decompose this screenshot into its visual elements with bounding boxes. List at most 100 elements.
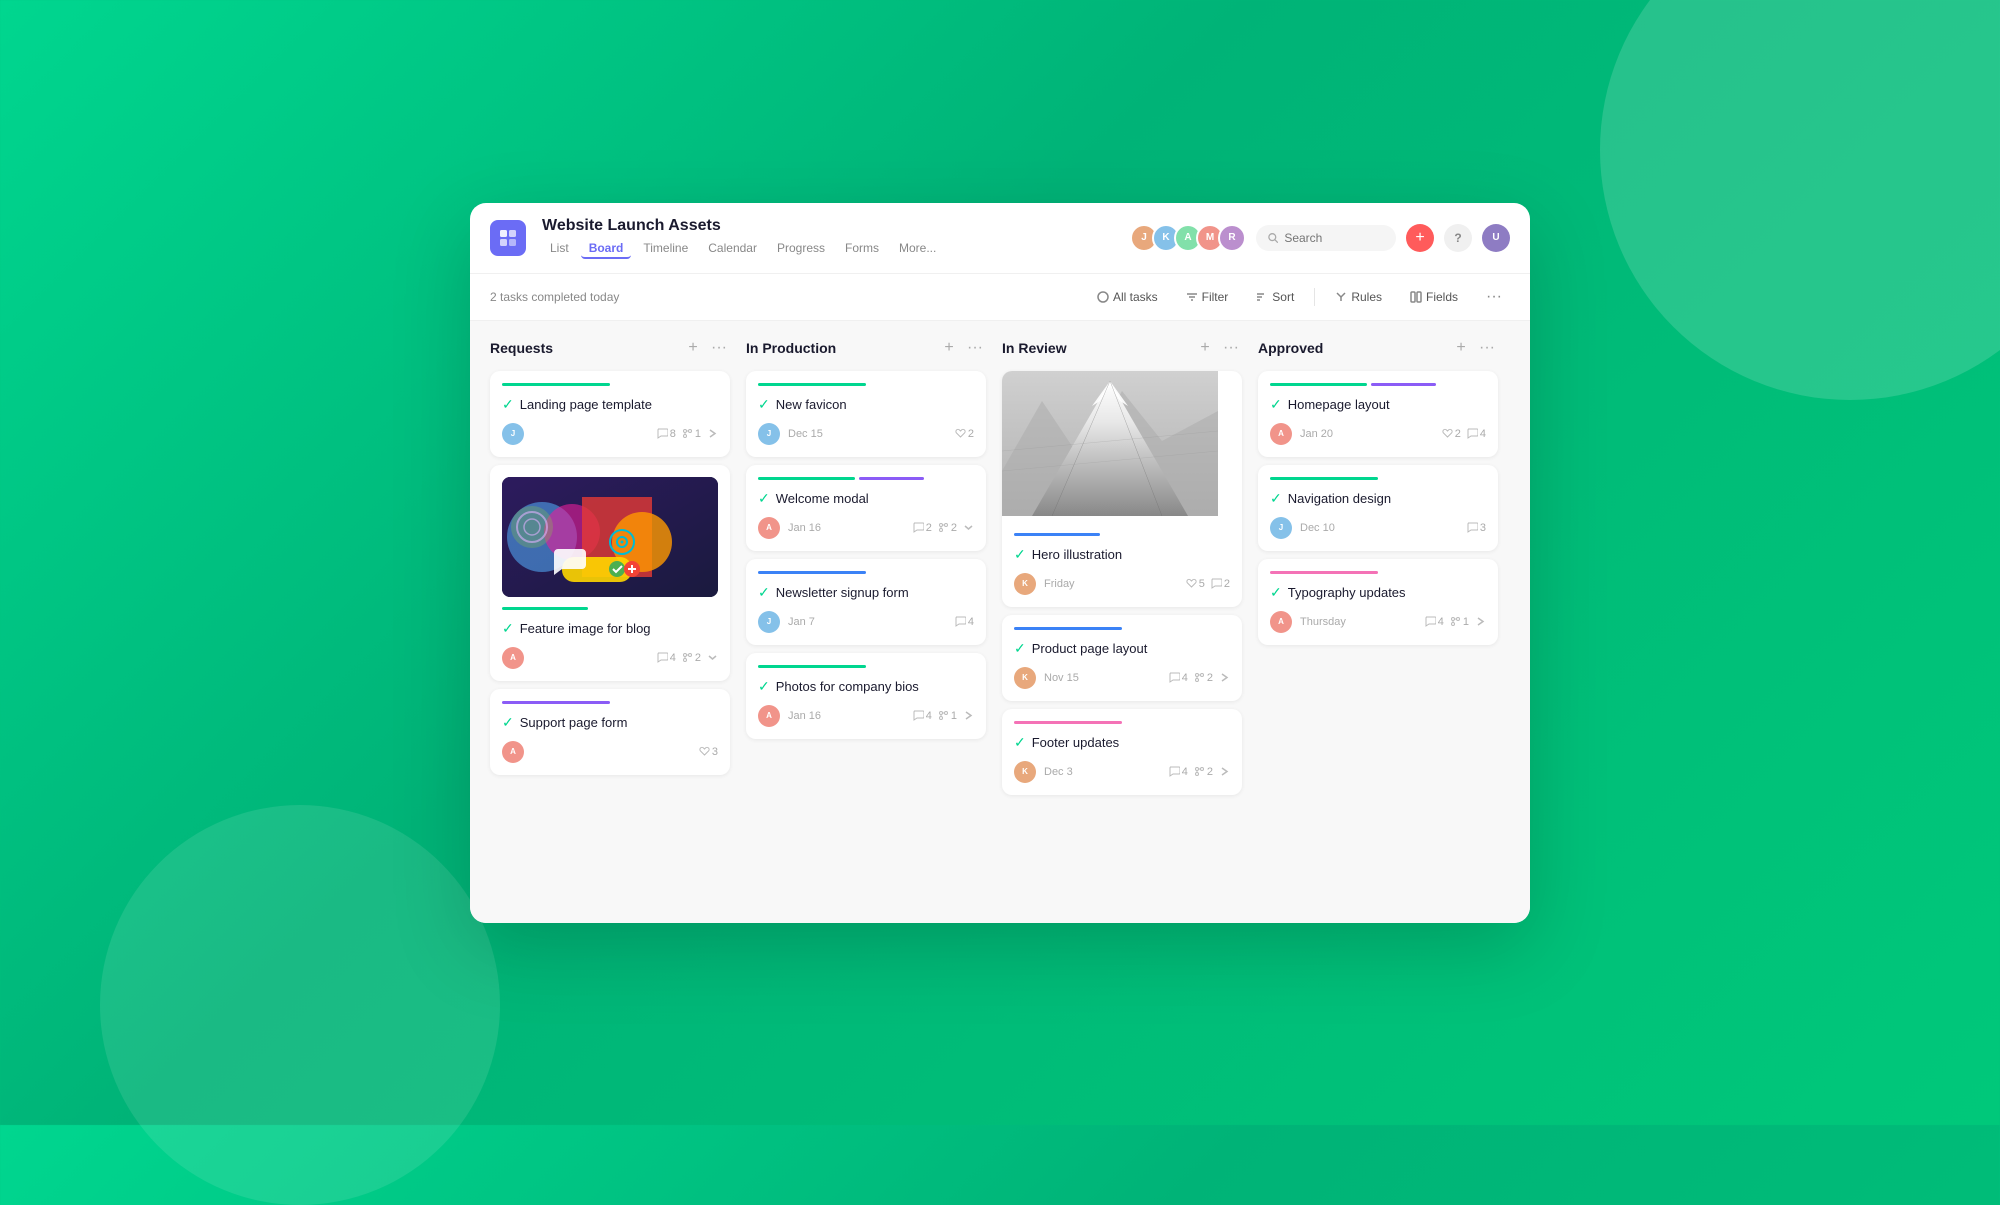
tab-list[interactable]: List — [542, 239, 577, 259]
card-typography-updates[interactable]: ✓ Typography updates A Thursday 4 1 — [1258, 559, 1498, 645]
check-icon: ✓ — [758, 584, 770, 601]
card-homepage-layout[interactable]: ✓ Homepage layout A Jan 20 2 4 — [1258, 371, 1498, 457]
check-icon: ✓ — [1270, 584, 1282, 601]
card-footer: A 4 2 — [502, 647, 718, 669]
column-header-production: In Production + ··· — [746, 337, 986, 359]
app-logo — [490, 220, 526, 256]
card-meta: Jan 16 — [788, 522, 905, 534]
chevron-icon — [963, 522, 974, 533]
like-icon — [1442, 428, 1453, 439]
column-menu-requests[interactable]: ··· — [708, 337, 730, 359]
card-newsletter[interactable]: ✓ Newsletter signup form J Jan 7 4 — [746, 559, 986, 645]
all-tasks-button[interactable]: All tasks — [1089, 286, 1166, 308]
tab-timeline[interactable]: Timeline — [635, 239, 696, 259]
comment-icon — [1467, 522, 1478, 533]
column-menu-approved[interactable]: ··· — [1476, 337, 1498, 359]
check-icon: ✓ — [758, 678, 770, 695]
toolbar: 2 tasks completed today All tasks Filter… — [470, 274, 1530, 321]
like-icon — [955, 428, 966, 439]
tab-forms[interactable]: Forms — [837, 239, 887, 259]
card-actions: 2 2 — [913, 522, 974, 534]
tab-more[interactable]: More... — [891, 239, 944, 259]
tab-calendar[interactable]: Calendar — [700, 239, 765, 259]
rules-button[interactable]: Rules — [1327, 286, 1390, 308]
arrow-icon — [1219, 672, 1230, 683]
card-bar-group — [758, 477, 974, 480]
card-product-page[interactable]: ✓ Product page layout K Nov 15 4 2 — [1002, 615, 1242, 701]
card-welcome-modal[interactable]: ✓ Welcome modal A Jan 16 2 2 — [746, 465, 986, 551]
card-footer: K Friday 5 2 — [1014, 573, 1230, 595]
more-options-button[interactable]: ··· — [1478, 284, 1510, 310]
card-bar — [502, 607, 588, 610]
branch-icon — [1194, 766, 1205, 777]
comment-icon — [1169, 766, 1180, 777]
branch-count: 1 — [1450, 616, 1469, 628]
card-title: ✓ Feature image for blog — [502, 620, 718, 637]
sort-icon — [1256, 291, 1268, 303]
comment-icon — [1211, 578, 1222, 589]
card-feature-image[interactable]: ✓ Feature image for blog A 4 2 — [490, 465, 730, 681]
check-icon: ✓ — [502, 620, 514, 637]
filter-icon — [1186, 291, 1198, 303]
card-actions: 3 — [1467, 522, 1486, 534]
column-header-requests: Requests + ··· — [490, 337, 730, 359]
tab-board[interactable]: Board — [581, 239, 632, 259]
add-card-approved[interactable]: + — [1450, 337, 1472, 359]
card-actions: 4 2 — [657, 652, 718, 664]
comment-count: 4 — [1169, 766, 1188, 778]
column-menu-production[interactable]: ··· — [964, 337, 986, 359]
card-title: ✓ Product page layout — [1014, 640, 1230, 657]
help-button[interactable]: ? — [1444, 224, 1472, 252]
branch-count: 2 — [1194, 766, 1213, 778]
arrow-icon-item — [707, 652, 718, 663]
card-bar — [502, 383, 610, 386]
card-landing-page[interactable]: ✓ Landing page template J 8 1 — [490, 371, 730, 457]
card-title: ✓ Homepage layout — [1270, 396, 1486, 413]
card-footer: J Dec 10 3 — [1270, 517, 1486, 539]
mountain-image-wrapper — [1002, 371, 1242, 521]
card-photos-company[interactable]: ✓ Photos for company bios A Jan 16 4 1 — [746, 653, 986, 739]
add-card-requests[interactable]: + — [682, 337, 704, 359]
card-title: ✓ Hero illustration — [1014, 546, 1230, 563]
card-actions: 2 — [955, 428, 974, 440]
branch-icon — [938, 522, 949, 533]
like-icon — [699, 746, 710, 757]
rules-icon — [1335, 291, 1347, 303]
add-button[interactable]: + — [1406, 224, 1434, 252]
like-count: 3 — [699, 746, 718, 758]
search-icon — [1268, 232, 1278, 244]
card-meta: Jan 7 — [788, 616, 947, 628]
card-new-favicon[interactable]: ✓ New favicon J Dec 15 2 — [746, 371, 986, 457]
filter-button[interactable]: Filter — [1178, 286, 1237, 308]
card-actions: 4 2 — [1169, 766, 1230, 778]
sort-button[interactable]: Sort — [1248, 286, 1302, 308]
tab-progress[interactable]: Progress — [769, 239, 833, 259]
check-icon: ✓ — [758, 396, 770, 413]
comment-count: 4 — [1169, 672, 1188, 684]
card-title: ✓ Landing page template — [502, 396, 718, 413]
user-avatar[interactable]: U — [1482, 224, 1510, 252]
comment-count: 4 — [657, 652, 676, 664]
card-actions: 4 2 — [1169, 672, 1230, 684]
search-input[interactable] — [1284, 231, 1384, 245]
card-footer-updates[interactable]: ✓ Footer updates K Dec 3 4 2 — [1002, 709, 1242, 795]
avatar-group: J K A M R — [1130, 224, 1246, 252]
card-title: ✓ Support page form — [502, 714, 718, 731]
like-count: 2 — [1442, 428, 1461, 440]
toolbar-divider — [1314, 288, 1315, 306]
card-bar — [1014, 627, 1122, 630]
branch-count: 2 — [682, 652, 701, 664]
comment-icon — [913, 710, 924, 721]
comment-count: 4 — [955, 616, 974, 628]
card-meta: Jan 16 — [788, 710, 905, 722]
card-navigation-design[interactable]: ✓ Navigation design J Dec 10 3 — [1258, 465, 1498, 551]
arrow-icon — [1219, 766, 1230, 777]
fields-button[interactable]: Fields — [1402, 286, 1466, 308]
add-card-review[interactable]: + — [1194, 337, 1216, 359]
card-hero-illustration[interactable]: ✓ Hero illustration K Friday 5 — [1002, 371, 1242, 607]
card-support-page[interactable]: ✓ Support page form A 3 — [490, 689, 730, 775]
search-box[interactable] — [1256, 225, 1396, 251]
column-menu-review[interactable]: ··· — [1220, 337, 1242, 359]
comment-icon — [913, 522, 924, 533]
add-card-production[interactable]: + — [938, 337, 960, 359]
